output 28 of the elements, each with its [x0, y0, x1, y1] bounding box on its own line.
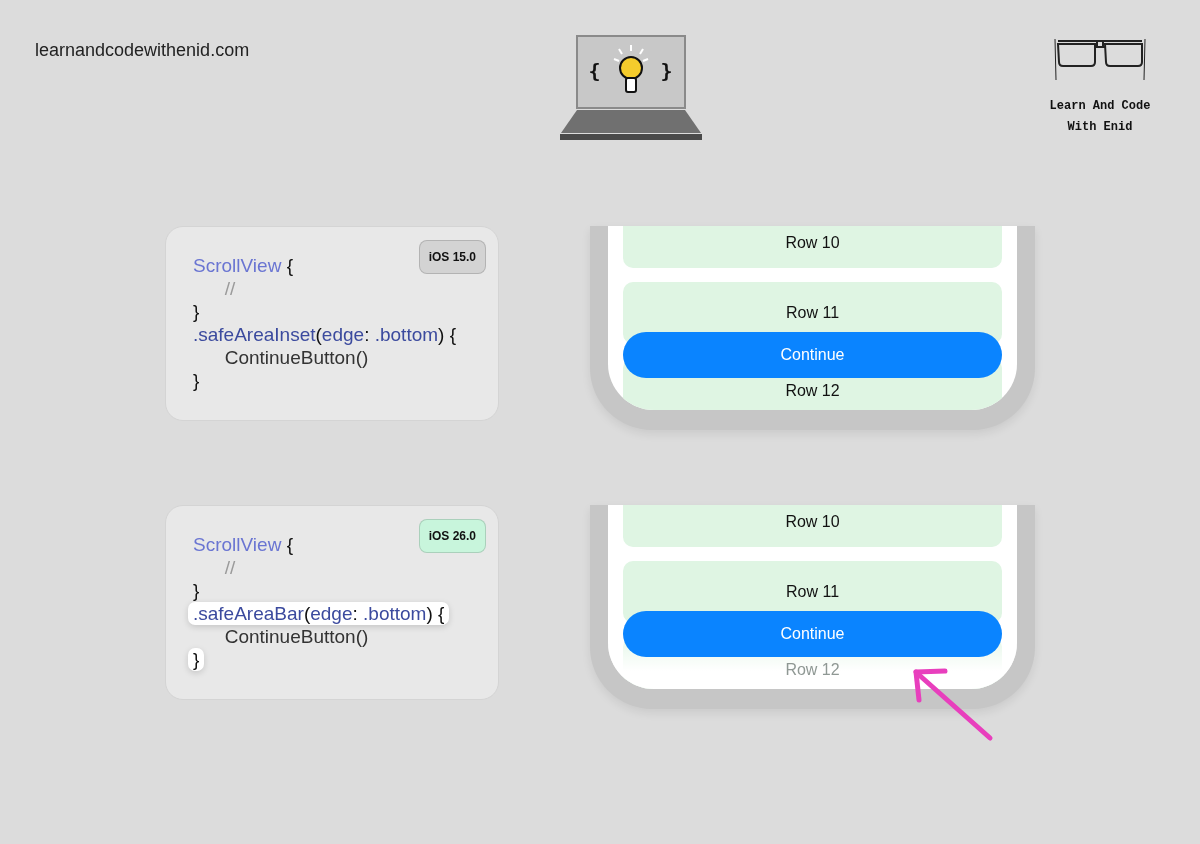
site-address: learnandcodewithenid.com	[35, 40, 251, 61]
row-label: Row 10	[785, 234, 840, 252]
version-badge: iOS 26.0	[418, 519, 486, 553]
brand-name: With Enid	[1067, 119, 1133, 136]
glasses-icon	[1053, 38, 1147, 80]
highlighted-code-line: .safeAreaBar(edge: .bottom) {	[188, 602, 450, 625]
brace-text: {	[588, 59, 601, 83]
row-label: Row 10	[785, 513, 840, 531]
continue-button[interactable]: Continue	[623, 332, 1002, 378]
code-line: }	[193, 579, 200, 602]
code-line: ContinueButton()	[223, 625, 369, 648]
brace-text: }	[660, 59, 673, 83]
brand-name: Learn And Code	[1049, 98, 1151, 115]
code-line: //	[223, 277, 236, 300]
code-line: ScrollView {	[193, 533, 293, 556]
row-label: Row 12	[785, 661, 840, 679]
code-line: ScrollView {	[193, 254, 293, 277]
highlighted-code-line: }	[188, 648, 205, 671]
code-line: ContinueButton()	[223, 346, 369, 369]
code-line: .safeAreaInset(edge: .bottom) {	[193, 323, 457, 346]
row-label: Row 12	[785, 382, 840, 400]
code-line: }	[193, 300, 200, 323]
continue-button[interactable]: Continue	[623, 611, 1002, 657]
version-badge: iOS 15.0	[418, 240, 486, 274]
code-line: }	[193, 369, 200, 392]
code-line: //	[223, 556, 236, 579]
row-label: Row 11	[785, 304, 840, 322]
row-label: Row 11	[785, 583, 840, 601]
